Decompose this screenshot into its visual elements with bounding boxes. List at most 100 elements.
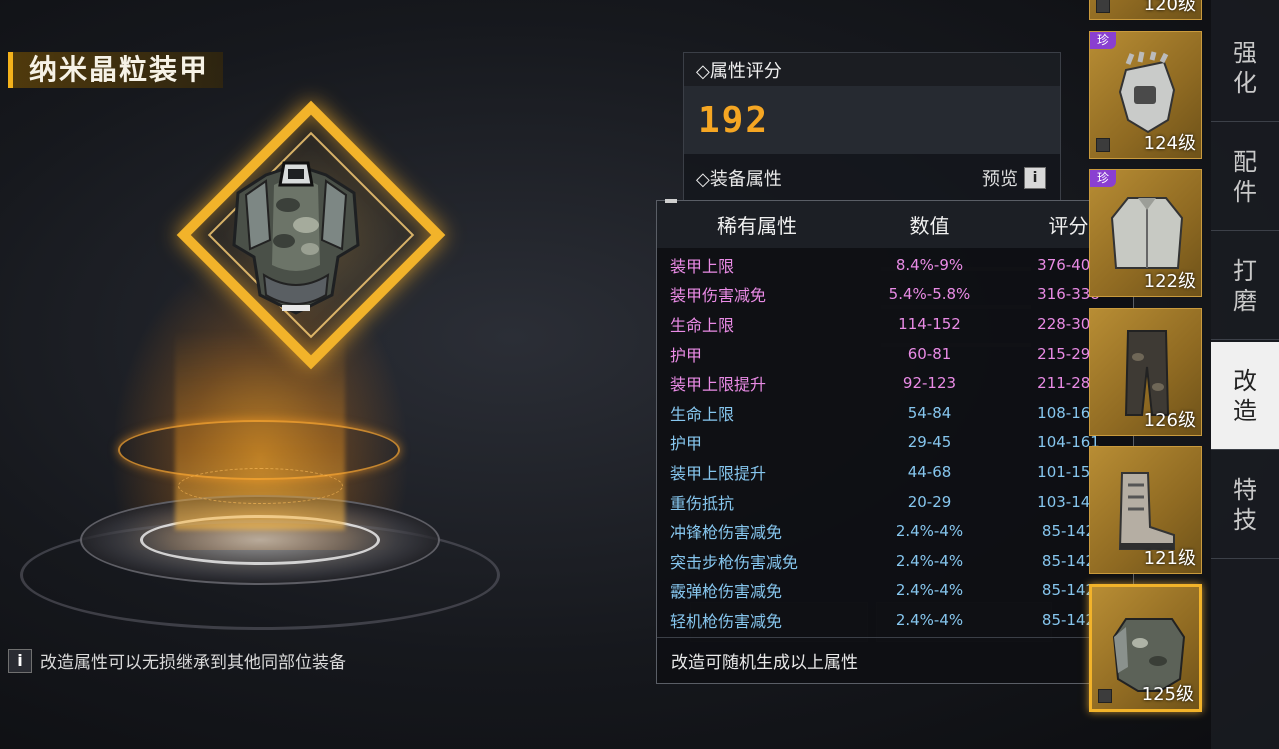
pants-icon [1124,330,1170,416]
rare-tag: 珍 [1090,32,1116,49]
slot-checkbox[interactable] [1096,0,1110,13]
tab-stunt-char1: 特 [1233,475,1257,504]
tab-modify-char1: 改 [1233,366,1257,395]
boots-icon [1118,472,1175,550]
rare-attr-row: 护甲 29-45 104-161 [657,428,1133,458]
preview-label: 预览 [982,169,1018,190]
popup-corner-mark [665,199,677,203]
tab-modify[interactable]: 改 造 [1211,342,1279,450]
rare-attr-value: 60-81 [907,344,952,363]
tab-enhance-char1: 强 [1233,38,1257,67]
rare-attr-row: 生命上限 54-84 108-168 [657,398,1133,428]
rare-attributes-popup: 稀有属性 数值 评分 装甲上限 8.4%-9% 376-401 装甲伤害减免 5.4%-… [656,199,1134,684]
equipment-slot-top[interactable]: 120级 [1089,0,1202,20]
jacket-icon [1110,197,1184,269]
rare-attr-value: 5.4%-5.8% [888,285,971,304]
rare-attr-name: 轻机枪伤害减免 [670,611,783,631]
rare-attr-value: 2.4%-4% [895,551,964,570]
item-title: 纳米晶粒装甲 [8,52,224,88]
slot-level: 121级 [1143,548,1196,569]
rare-attr-value: 20-29 [907,492,952,511]
score-box: 192 [684,86,1060,154]
tab-stunt[interactable]: 特 技 [1211,451,1279,559]
tab-polish-char2: 磨 [1233,286,1257,315]
rare-attr-name: 生命上限 [670,404,735,424]
equipment-slot-jacket[interactable]: 珍 122级 [1089,169,1202,297]
rare-attr-name: 装甲上限提升 [670,375,767,395]
slot-checkbox[interactable] [1096,138,1110,152]
rare-attr-row: 装甲上限提升 44-68 101-156 [657,457,1133,487]
rare-tag: 珍 [1090,170,1116,187]
tab-enhance[interactable]: 强 化 [1211,14,1279,122]
attribute-panel: ◇属性评分 192 ◇装备属性 预览 i [683,52,1061,202]
rare-attr-value: 2.4%-4% [895,522,964,541]
equipment-slot-boots[interactable]: 121级 [1089,446,1202,574]
rare-footer: 改造可随机生成以上属性 [657,637,1133,683]
rare-attr-value: 92-123 [902,374,957,393]
rare-attr-value: 29-45 [907,433,952,452]
tab-enhance-char2: 化 [1233,68,1257,97]
rare-attr-name: 装甲上限提升 [670,463,767,483]
equipment-slot-pants[interactable]: 126级 [1089,308,1202,436]
equipment-slot-gloves[interactable]: 珍 124级 [1089,31,1202,159]
rare-attr-row: 重伤抵抗 20-29 103-148 [657,487,1133,517]
rare-attr-row: 冲锋枪伤害减免 2.4%-4% 85-142 [657,516,1133,546]
tab-stunt-char2: 技 [1233,505,1257,534]
rare-attr-row: 霰弹枪伤害减免 2.4%-4% 85-142 [657,576,1133,606]
rare-attr-row: 生命上限 114-152 228-304 [657,309,1133,339]
score-value: 192 [698,99,770,141]
rare-attr-name: 重伤抵抗 [670,493,735,513]
rare-attr-row: 轻机枪伤害减免 2.4%-4% 85-142 [657,605,1133,635]
tab-accessory-char1: 配 [1233,147,1257,176]
info-icon[interactable]: i [8,648,32,673]
hover-ring-dashed [178,468,343,504]
info-icon[interactable]: i [1024,167,1046,189]
rare-attr-name: 装甲伤害减免 [670,286,767,306]
rare-attr-row: 装甲伤害减免 5.4%-5.8% 316-338 [657,280,1133,310]
armor-vest-icon[interactable] [226,145,366,325]
rare-attr-value: 54-84 [907,403,952,422]
preview-button[interactable]: 预览 i [982,165,1046,191]
header-value: 数值 [909,214,950,238]
inherit-note: i 改造属性可以无损继承到其他同部位装备 [8,648,346,673]
rare-attr-value: 8.4%-9% [895,255,964,274]
rare-attr-value: 2.4%-4% [895,610,964,629]
header-rare-attr: 稀有属性 [717,214,797,238]
tab-polish-char1: 打 [1233,256,1257,285]
rare-attr-name: 霰弹枪伤害减免 [670,582,783,602]
rare-attr-name: 冲锋枪伤害减免 [670,523,783,543]
rare-attr-name: 生命上限 [670,315,735,335]
rare-attr-row: 突击步枪伤害减免 2.4%-4% 85-142 [657,546,1133,576]
rare-attr-name: 护甲 [670,434,703,454]
slot-level: 122级 [1143,271,1196,292]
rare-attr-row: 装甲上限 8.4%-9% 376-401 [657,250,1133,280]
rare-attr-value: 2.4%-4% [895,581,964,600]
rare-table-header: 稀有属性 数值 评分 [657,201,1133,248]
glove-icon [1118,51,1176,134]
side-tab-bar: 强 化 配 件 打 磨 改 造 特 技 [1211,0,1279,749]
slot-level: 126级 [1143,410,1196,431]
inherit-note-text: 改造属性可以无损继承到其他同部位装备 [40,653,346,673]
rare-table-body: 装甲上限 8.4%-9% 376-401 装甲伤害减免 5.4%-5.8% 316-338… [657,248,1133,635]
equip-attr-header: ◇装备属性 预览 i [684,154,1060,202]
rare-attr-value: 114-152 [898,314,961,333]
tab-modify-char2: 造 [1233,396,1257,425]
slot-checkbox[interactable] [1098,689,1112,703]
tab-accessory-char2: 件 [1233,177,1257,206]
rare-attr-row: 护甲 60-81 215-291 [657,339,1133,369]
slot-level: 125级 [1141,684,1194,705]
equipment-strip: 120级 珍 124级 珍 122级 126级 121级 125级 [1088,0,1204,749]
equip-attr-title: ◇装备属性 [696,169,782,190]
rare-attr-row: 装甲上限提升 92-123 211-282 [657,368,1133,398]
rare-attr-name: 护甲 [670,345,703,365]
rare-attr-name: 装甲上限 [670,256,735,276]
equipment-slot-vest-selected[interactable]: 125级 [1089,584,1202,712]
rare-attr-name: 突击步枪伤害减免 [670,552,799,572]
slot-level: 124级 [1143,133,1196,154]
tab-accessory[interactable]: 配 件 [1211,123,1279,231]
slot-level: 120级 [1143,0,1196,15]
rare-attr-value: 44-68 [907,462,952,481]
game-screen: 纳米晶粒装甲 ◇属性评分 192 ◇装备属性 预览 i 稀有属性 数值 评分 装… [0,0,1279,749]
score-title: ◇属性评分 [684,53,1060,86]
tab-polish[interactable]: 打 磨 [1211,232,1279,340]
